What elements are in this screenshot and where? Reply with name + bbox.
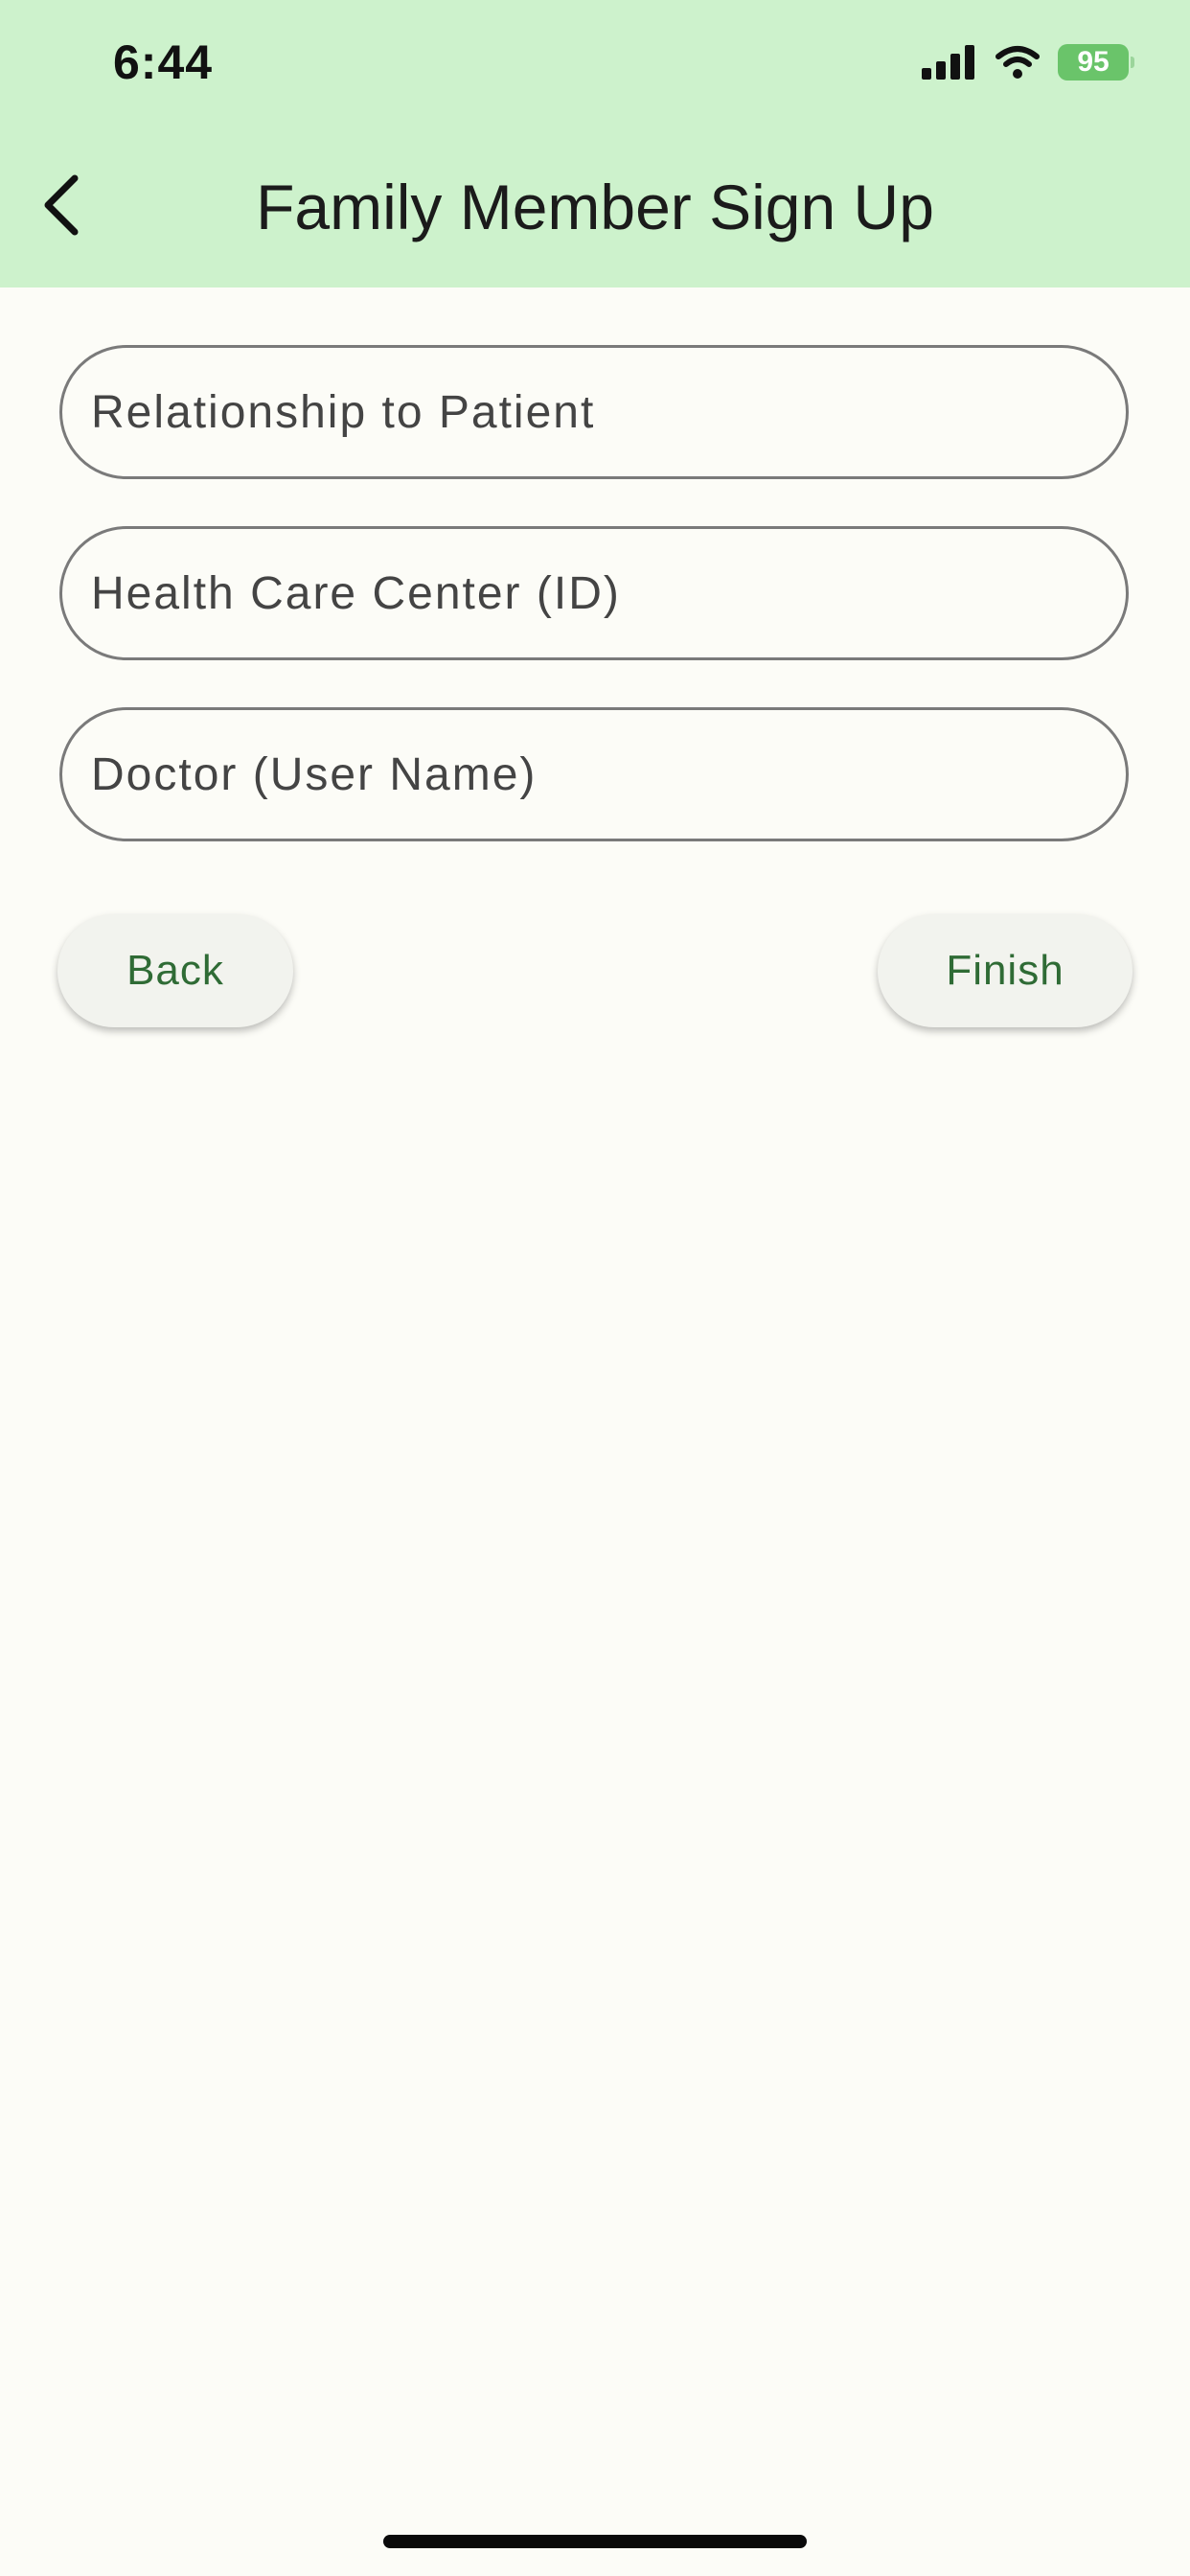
wifi-icon <box>995 46 1040 79</box>
finish-button[interactable]: Finish <box>878 914 1133 1027</box>
back-button[interactable]: Back <box>57 914 293 1027</box>
battery-level: 95 <box>1077 46 1110 78</box>
status-time: 6:44 <box>113 35 214 89</box>
app-header: 6:44 95 Family Member Sign Up <box>0 0 1190 288</box>
status-icons: 95 <box>922 44 1134 80</box>
health-care-center-field[interactable]: Health Care Center (ID) <box>59 526 1129 660</box>
home-indicator <box>383 2535 807 2548</box>
relationship-placeholder: Relationship to Patient <box>91 386 596 438</box>
cellular-signal-icon <box>922 45 974 80</box>
health-care-center-placeholder: Health Care Center (ID) <box>91 567 621 619</box>
battery-icon: 95 <box>1058 44 1134 80</box>
page-title: Family Member Sign Up <box>256 172 934 242</box>
relationship-field[interactable]: Relationship to Patient <box>59 345 1129 479</box>
doctor-username-placeholder: Doctor (User Name) <box>91 748 538 800</box>
doctor-username-field[interactable]: Doctor (User Name) <box>59 707 1129 841</box>
